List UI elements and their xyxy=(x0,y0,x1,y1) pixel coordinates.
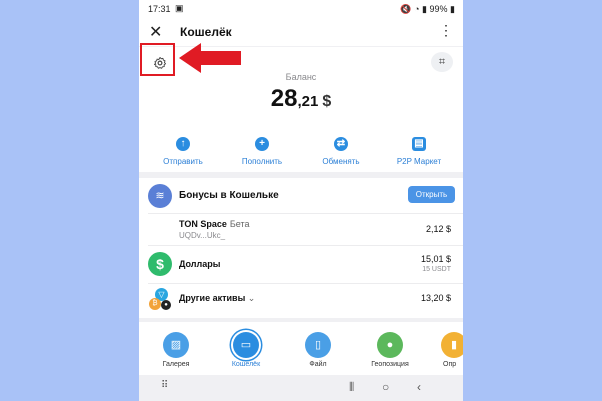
tab-file-label: Файл xyxy=(309,361,327,368)
p2p-label: P2P Маркет xyxy=(396,157,442,166)
bitcoin-icon: ₿ xyxy=(149,298,161,310)
balance-currency: $ xyxy=(322,93,332,110)
balance-label: Баланс xyxy=(285,72,317,82)
phone-screen: 17:31 ▣ 🔇 ◔ ▮ 99% ▮ ✕ Кошелёк ⋮ ⌗ Баланс… xyxy=(139,0,463,401)
swap-icon: ⇄ xyxy=(334,137,348,151)
tab-wallet[interactable]: ▭ Кошелёк xyxy=(221,332,271,368)
more-vert-icon[interactable]: ⋮ xyxy=(439,23,453,37)
assets-card: ≋ Бонусы в Кошельке Открыть TON Space Бет… xyxy=(139,178,463,318)
ton-space-title: TON Space xyxy=(179,219,227,229)
store-icon: ▤ xyxy=(412,137,426,151)
open-button[interactable]: Открыть xyxy=(408,186,455,203)
status-bar: 17:31 ▣ 🔇 ◔ ▮ 99% ▮ xyxy=(139,0,463,18)
tab-location-label: Геопозиция xyxy=(371,361,409,368)
ton-space-value: 2,12 $ xyxy=(425,224,451,234)
actions-bar: ↑ Отправить + Пополнить ⇄ Обменять ▤ P2P… xyxy=(139,137,463,167)
balance-integer: 28 xyxy=(270,85,298,112)
other-assets-icon: ▽ ₿ ● xyxy=(148,288,172,312)
close-icon[interactable]: ✕ xyxy=(149,22,162,42)
deposit-label: Пополнить xyxy=(241,157,283,166)
dollar-icon: $ xyxy=(148,252,172,276)
gear-icon xyxy=(153,56,167,69)
plus-icon: + xyxy=(255,137,269,151)
tab-gallery-label: Галерея xyxy=(162,361,190,368)
balance-card: ⌗ Баланс 28,21 $ ↑ Отправить + Пополнить … xyxy=(139,43,463,172)
tab-file[interactable]: ▯ Файл xyxy=(293,332,343,368)
balance-fraction: ,21 xyxy=(297,93,319,110)
signal-icon: ▮ xyxy=(422,4,427,14)
poll-icon: ▮ xyxy=(441,332,463,358)
send-button[interactable]: ↑ Отправить xyxy=(143,137,223,166)
balance-amount: 28,21 $ xyxy=(139,85,463,113)
back-icon[interactable]: ‹ xyxy=(417,380,421,394)
arrow-up-icon: ↑ xyxy=(176,137,190,151)
beta-tag: Бета xyxy=(229,219,250,229)
status-right: 🔇 ◔ ▮ 99% ▮ xyxy=(400,4,455,15)
exchange-button[interactable]: ⇄ Обменять xyxy=(301,137,381,166)
other-assets-value: 13,20 $ xyxy=(420,293,451,303)
exchange-label: Обменять xyxy=(322,157,360,166)
ton-space-address: UQDv...Ukc_ xyxy=(179,231,226,240)
tab-location[interactable]: ● Геопозиция xyxy=(365,332,415,368)
dollars-name: Доллары xyxy=(179,259,221,269)
tab-wallet-label: Кошелёк xyxy=(231,361,261,368)
other-assets-title: Другие активы xyxy=(179,293,246,303)
chevron-down-icon: ⌄ xyxy=(247,293,256,303)
bonus-row[interactable]: ≋ Бонусы в Кошельке Открыть xyxy=(139,178,463,212)
dollars-row[interactable]: $ Доллары 15,01 $ 15 USDT xyxy=(139,246,463,282)
wallet-icon: ▭ xyxy=(233,332,259,358)
deposit-button[interactable]: + Пополнить xyxy=(222,137,302,166)
android-nav-bar: ⠿ ⦀ ○ ‹ xyxy=(139,375,463,401)
battery-icon: ▮ xyxy=(450,4,455,14)
gallery-icon: ▨ xyxy=(163,332,189,358)
gallery-notification-icon: ▣ xyxy=(175,3,184,13)
token-icon: ● xyxy=(161,300,171,310)
tab-gallery[interactable]: ▨ Галерея xyxy=(151,332,201,368)
bonus-title: Бонусы в Кошельке xyxy=(179,190,279,201)
status-time: 17:31 xyxy=(148,4,171,14)
scan-qr-icon[interactable]: ⌗ xyxy=(431,52,453,72)
recents-icon[interactable]: ⦀ xyxy=(349,380,354,395)
ton-space-row[interactable]: TON Space Бета UQDv...Ukc_ 2,12 $ xyxy=(139,214,463,244)
file-icon: ▯ xyxy=(305,332,331,358)
dollars-value: 15,01 $ xyxy=(420,254,451,264)
ton-space-name: TON Space Бета xyxy=(179,219,250,229)
mute-icon: 🔇 xyxy=(400,4,412,14)
battery-level: 99% xyxy=(429,4,448,14)
wifi-icon: ◔ xyxy=(414,4,420,14)
other-assets-row[interactable]: ▽ ₿ ● Другие активы ⌄ 13,20 $ xyxy=(139,284,463,318)
tab-poll[interactable]: ▮ Опр xyxy=(433,332,463,368)
send-label: Отправить xyxy=(163,157,203,166)
p2p-market-button[interactable]: ▤ P2P Маркет xyxy=(379,137,459,166)
dollars-amount: 15 USDT xyxy=(422,266,451,273)
keyboard-icon[interactable]: ⠿ xyxy=(161,380,168,391)
tab-poll-label: Опр xyxy=(443,361,457,368)
home-icon[interactable]: ○ xyxy=(382,380,389,394)
bonus-coins-icon: ≋ xyxy=(148,184,172,208)
location-icon: ● xyxy=(377,332,403,358)
attachment-bar: ▨ Галерея ▭ Кошелёк ▯ Файл ● Геопозиция … xyxy=(139,322,463,375)
red-arrow-icon xyxy=(179,43,241,73)
other-assets-name: Другие активы ⌄ xyxy=(179,293,255,304)
page-title: Кошелёк xyxy=(180,25,232,39)
